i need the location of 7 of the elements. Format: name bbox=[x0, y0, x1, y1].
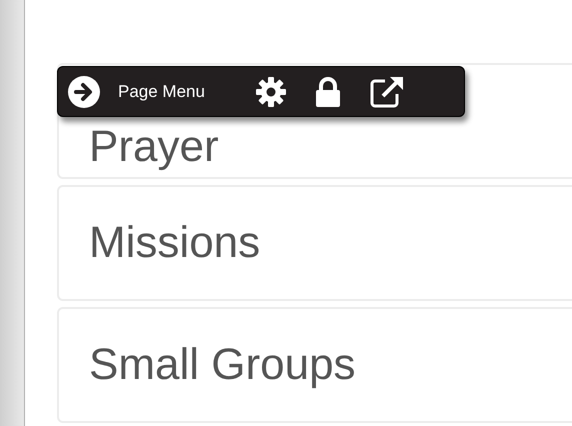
page-card[interactable]: Missions bbox=[57, 185, 572, 301]
external-link-icon[interactable] bbox=[368, 74, 405, 108]
page-card[interactable]: Small Groups bbox=[57, 307, 572, 423]
page-menu-link[interactable]: Page Menu bbox=[118, 78, 205, 104]
arrow-circle-icon[interactable] bbox=[68, 76, 100, 108]
settings-icon[interactable] bbox=[254, 76, 287, 108]
lock-icon[interactable] bbox=[314, 76, 341, 106]
